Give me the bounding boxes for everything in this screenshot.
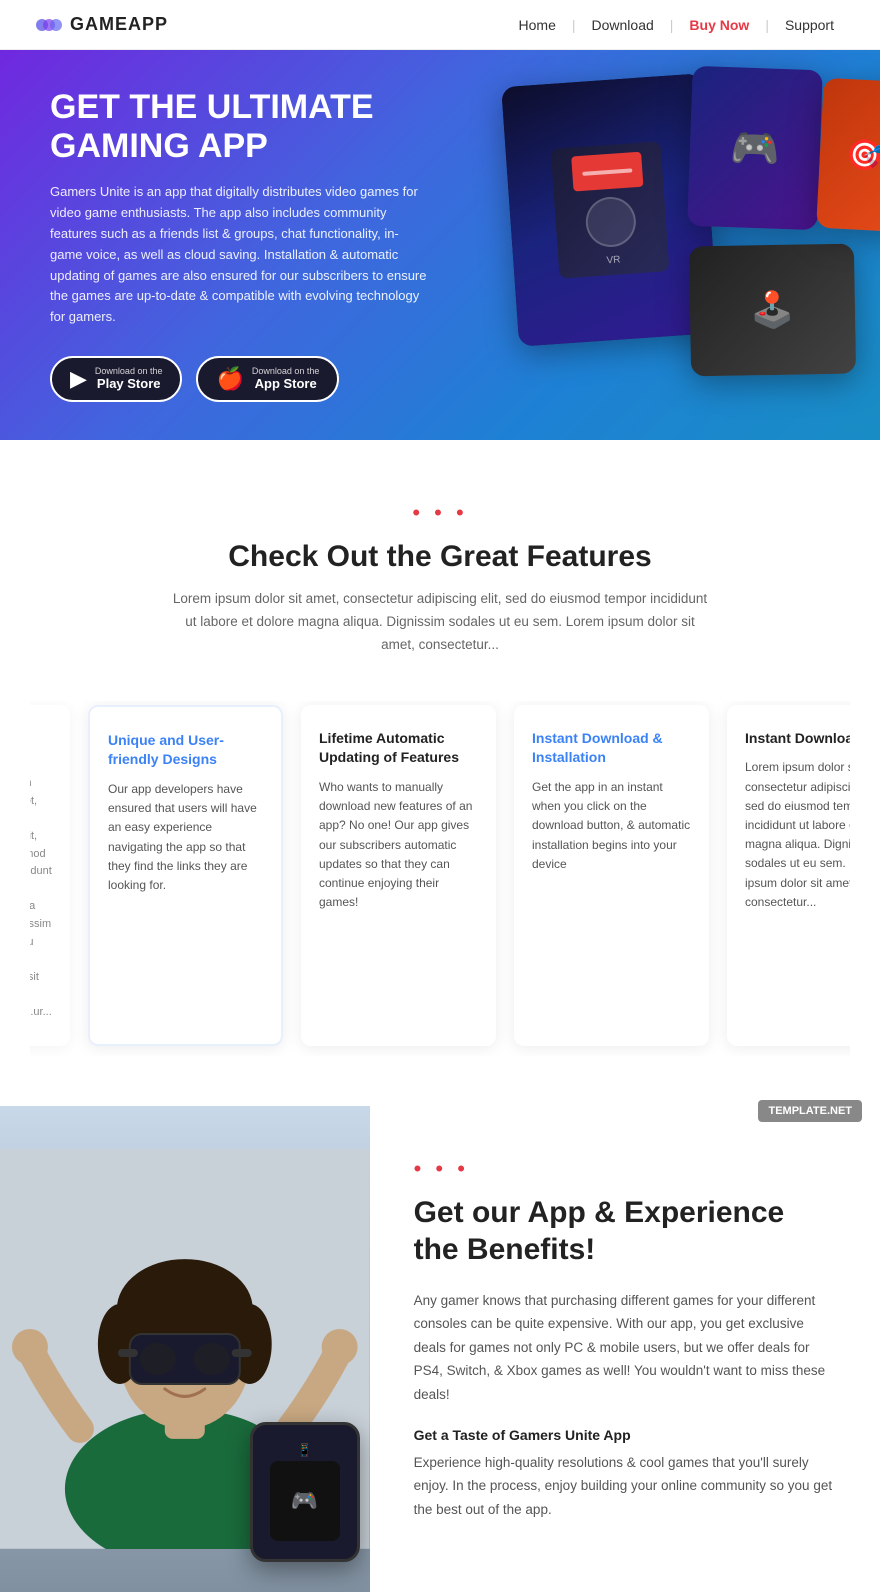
nav-buynow[interactable]: Buy Now xyxy=(679,17,759,33)
feature-lifetime-desc: Who wants to manually download new featu… xyxy=(319,778,478,912)
feature-instant-desc: Lorem ipsum dolor sit amet, consectetur … xyxy=(745,758,850,912)
features-title: Check Out the Great Features xyxy=(30,540,850,574)
logo[interactable]: GAMEAPP xyxy=(36,14,168,35)
benefits-sub-description: Experience high-quality resolutions & co… xyxy=(414,1451,836,1522)
feature-lifetime-title: Lifetime Automatic Updating of Features xyxy=(319,729,478,768)
hero-buttons: ▶ Download on the Play Store 🍎 Download … xyxy=(50,356,430,402)
feature-instant-install-desc: Get the app in an instant when you click… xyxy=(532,778,691,874)
feature-card-partial-left: ntnload Lorem ipsum dolor sit amet, cons… xyxy=(30,705,70,1046)
benefits-image: 📱 🎮 xyxy=(0,1106,370,1592)
hero-section: GET THE ULTIMATE GAMING APP Gamers Unite… xyxy=(0,50,880,440)
features-section: • • • Check Out the Great Features Lorem… xyxy=(0,440,880,1106)
nav-support[interactable]: Support xyxy=(775,17,844,33)
hero-card-game2: 🕹️ xyxy=(689,244,856,377)
logo-icon xyxy=(36,16,64,34)
feature-card-lifetime: Lifetime Automatic Updating of Features … xyxy=(301,705,496,1046)
features-cards-container: ntnload Lorem ipsum dolor sit amet, cons… xyxy=(30,701,850,1056)
appstore-button[interactable]: 🍎 Download on the App Store xyxy=(196,356,339,402)
feature-card-instant-install: Instant Download & Installation Get the … xyxy=(514,705,709,1046)
benefits-collage: 📱 🎮 xyxy=(0,1106,370,1592)
hero-title: GET THE ULTIMATE GAMING APP xyxy=(50,88,430,166)
benefits-sub-heading: Get a Taste of Gamers Unite App xyxy=(414,1427,836,1443)
feature-unique-desc: Our app developers have ensured that use… xyxy=(108,780,263,895)
benefits-title: Get our App & Experience the Benefits! xyxy=(414,1194,836,1269)
benefits-section: 📱 🎮 • • • Get our App & Experience the B… xyxy=(0,1106,880,1592)
feature-instant-install-title: Instant Download & Installation xyxy=(532,729,691,768)
benefits-content: • • • Get our App & Experience the Benef… xyxy=(370,1106,880,1592)
nav-home[interactable]: Home xyxy=(509,17,566,33)
hero-card-game1: 🎮 xyxy=(687,66,823,230)
nav-links: Home | Download | Buy Now | Support xyxy=(509,17,844,33)
benefits-dots: • • • xyxy=(414,1156,836,1182)
feature-instant-title: Instant Download xyxy=(745,729,850,749)
feature-unique-title: Unique and User-friendly Designs xyxy=(108,731,263,770)
features-subtitle: Lorem ipsum dolor sit amet, consectetur … xyxy=(170,588,710,657)
navigation: GAMEAPP Home | Download | Buy Now | Supp… xyxy=(0,0,880,50)
feature-partial-left-desc: Lorem ipsum dolor sit amet, consectetur … xyxy=(30,775,52,1021)
phone-image: 📱 🎮 xyxy=(250,1422,360,1562)
hero-images: VR 🎮 🕹️ 🎯 xyxy=(450,50,880,440)
nav-download[interactable]: Download xyxy=(582,17,664,33)
feature-card-unique: Unique and User-friendly Designs Our app… xyxy=(88,705,283,1046)
playstore-button[interactable]: ▶ Download on the Play Store xyxy=(50,356,182,402)
android-icon: ▶ xyxy=(70,366,87,392)
features-dots: • • • xyxy=(30,500,850,526)
feature-partial-left-title: ntnload xyxy=(30,729,52,765)
template-badge: TEMPLATE.NET xyxy=(758,1100,862,1122)
features-track: ntnload Lorem ipsum dolor sit amet, cons… xyxy=(30,701,770,1056)
apple-icon: 🍎 xyxy=(216,366,243,392)
hero-card-vr: VR xyxy=(501,73,719,346)
hero-card-game3: 🎯 xyxy=(816,78,880,233)
hero-description: Gamers Unite is an app that digitally di… xyxy=(50,182,430,328)
hero-content: GET THE ULTIMATE GAMING APP Gamers Unite… xyxy=(0,50,480,440)
feature-card-instant: Instant Download Lorem ipsum dolor sit a… xyxy=(727,705,850,1046)
benefits-description: Any gamer knows that purchasing differen… xyxy=(414,1289,836,1407)
